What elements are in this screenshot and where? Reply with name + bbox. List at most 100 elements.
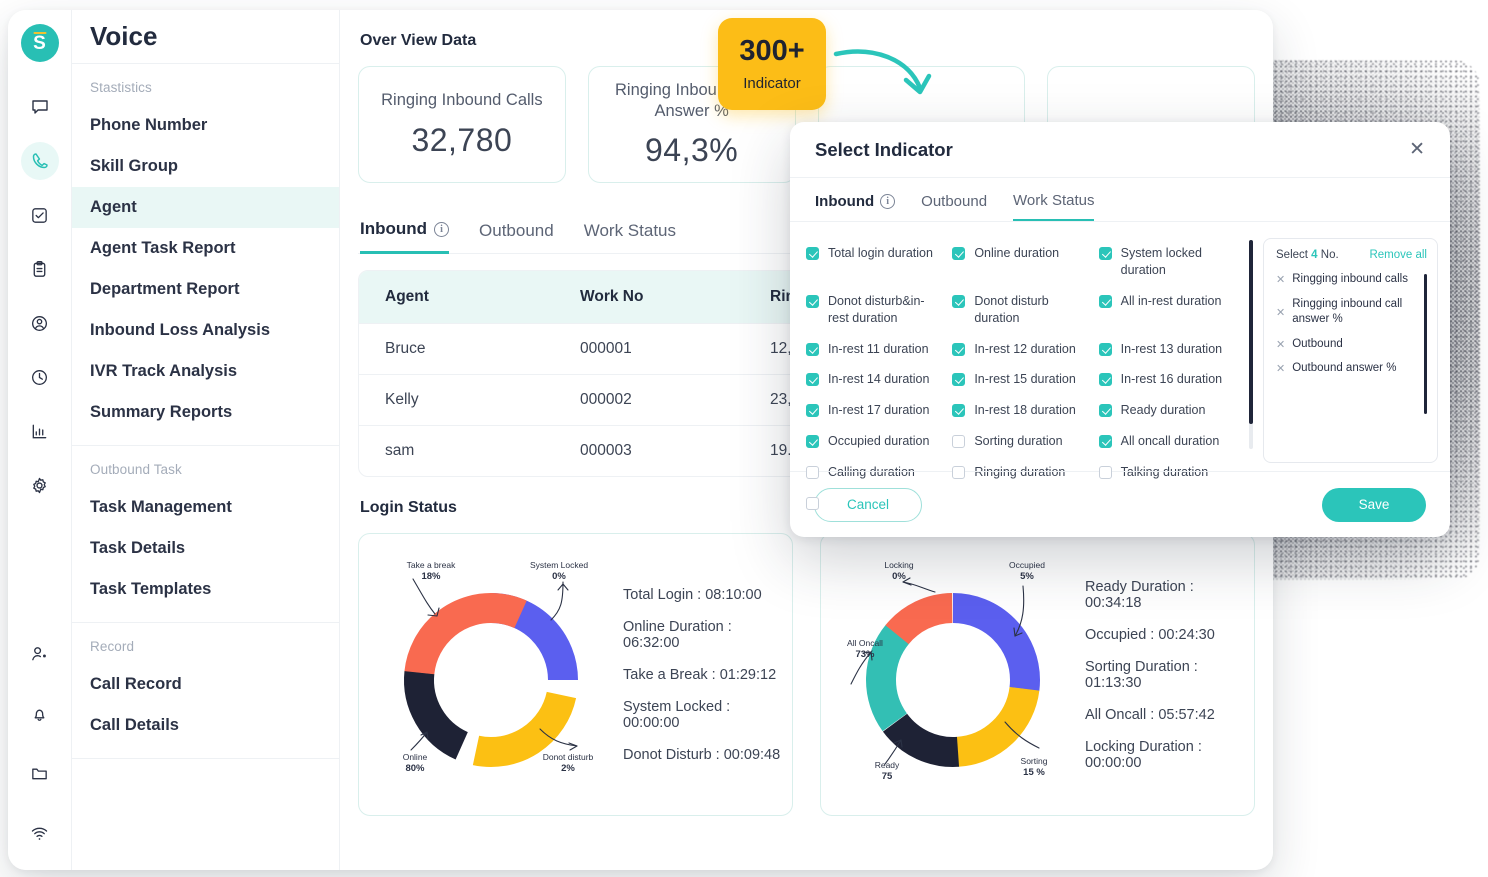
indicator-checkbox-item[interactable]: In-rest 13 duration bbox=[1097, 334, 1239, 365]
sidebar-nav: Voice Stastistics Phone Number Skill Gro… bbox=[72, 10, 340, 870]
bell-icon[interactable] bbox=[21, 694, 59, 732]
table-column-header-agent[interactable]: Agent bbox=[359, 271, 554, 323]
sidebar-item-agent-task-report[interactable]: Agent Task Report bbox=[72, 228, 339, 269]
wifi-icon[interactable] bbox=[21, 814, 59, 852]
selected-item[interactable]: ✕ Ringging inbound call answer % bbox=[1276, 297, 1421, 328]
user-add-icon[interactable] bbox=[21, 634, 59, 672]
checkbox-task-icon[interactable] bbox=[21, 196, 59, 234]
checkbox-icon[interactable] bbox=[806, 496, 819, 510]
checkbox-grid-scrollbar[interactable] bbox=[1249, 240, 1253, 449]
checkbox-icon[interactable] bbox=[952, 435, 966, 449]
folder-icon[interactable] bbox=[21, 754, 59, 792]
checkbox-icon[interactable] bbox=[806, 404, 819, 418]
checkbox-icon[interactable] bbox=[806, 294, 819, 308]
indicator-checkbox-item[interactable]: Donot disturb&in- rest duration bbox=[804, 286, 946, 334]
dialog-tab-inbound[interactable]: Inbound i bbox=[815, 192, 896, 221]
tab-outbound[interactable]: Outbound bbox=[479, 221, 554, 253]
sidebar-item-summary-reports[interactable]: Summary Reports bbox=[72, 392, 339, 433]
indicator-checkbox-item[interactable]: All in-rest duration bbox=[1097, 286, 1239, 334]
indicator-checkbox-item[interactable]: In-rest 14 duration bbox=[804, 364, 946, 395]
checkbox-icon[interactable] bbox=[806, 466, 819, 479]
work-status-chart-card: Locking 0% Occupied 5% Sorting 15 % Ready 75 bbox=[820, 533, 1255, 816]
gear-icon[interactable] bbox=[21, 466, 59, 504]
tab-inbound[interactable]: Inbound i bbox=[360, 219, 450, 254]
indicator-checkbox-item[interactable]: Donot disturb duration bbox=[950, 286, 1092, 334]
sidebar-item-task-templates[interactable]: Task Templates bbox=[72, 569, 339, 610]
dialog-tab-outbound[interactable]: Outbound bbox=[921, 192, 987, 221]
checkbox-icon[interactable] bbox=[1098, 435, 1112, 449]
info-icon[interactable]: i bbox=[434, 221, 450, 237]
checkbox-icon[interactable] bbox=[1098, 294, 1112, 308]
dialog-tab-work-status[interactable]: Work Status bbox=[1013, 192, 1095, 221]
scrollbar-thumb[interactable] bbox=[1249, 240, 1253, 424]
stat-online-duration: Online Duration : 06:32:00 bbox=[623, 618, 732, 651]
selected-list-scrollbar[interactable] bbox=[1424, 274, 1427, 415]
checkbox-icon[interactable] bbox=[806, 373, 819, 387]
checkbox-icon[interactable] bbox=[806, 435, 819, 449]
checkbox-icon[interactable] bbox=[806, 247, 819, 260]
info-icon[interactable]: i bbox=[880, 194, 896, 209]
indicator-checkbox-item[interactable]: System locked duration bbox=[1097, 238, 1239, 286]
checkbox-label: Donot disturb duration bbox=[974, 293, 1049, 325]
indicator-checkbox-item[interactable]: In-rest 18 duration bbox=[950, 395, 1092, 426]
remove-icon[interactable]: ✕ bbox=[1276, 306, 1285, 319]
clock-icon[interactable] bbox=[21, 358, 59, 396]
remove-all-button[interactable]: Remove all bbox=[1369, 249, 1427, 261]
indicator-checkbox-item[interactable]: Occupied duration bbox=[804, 426, 946, 457]
checkbox-icon[interactable] bbox=[952, 342, 966, 356]
save-button[interactable]: Save bbox=[1322, 487, 1426, 522]
checkbox-icon[interactable] bbox=[952, 466, 966, 479]
remove-icon[interactable]: ✕ bbox=[1276, 273, 1285, 286]
indicator-checkbox-item[interactable]: Online duration bbox=[950, 238, 1092, 286]
sidebar-item-task-management[interactable]: Task Management bbox=[72, 487, 339, 528]
indicator-checkbox-item[interactable]: Sorting duration bbox=[950, 426, 1092, 457]
checkbox-icon[interactable] bbox=[1098, 466, 1112, 479]
sidebar-item-task-details[interactable]: Task Details bbox=[72, 528, 339, 569]
user-circle-icon[interactable] bbox=[21, 304, 59, 342]
sidebar-item-agent[interactable]: Agent bbox=[72, 187, 339, 228]
tab-work-status[interactable]: Work Status bbox=[584, 221, 676, 253]
clipboard-icon[interactable] bbox=[21, 250, 59, 288]
sidebar-item-call-record[interactable]: Call Record bbox=[72, 664, 339, 705]
checkbox-icon[interactable] bbox=[1098, 247, 1112, 260]
checkbox-icon[interactable] bbox=[952, 373, 966, 387]
indicator-checkbox-item[interactable]: In-rest 17 duration bbox=[804, 395, 946, 426]
indicator-checkbox-item[interactable]: In-rest 15 duration bbox=[950, 364, 1092, 395]
sidebar-item-ivr-track-analysis[interactable]: IVR Track Analysis bbox=[72, 351, 339, 392]
kpi-card-ringing-inbound-calls[interactable]: Ringing Inbound Calls 32,780 bbox=[358, 66, 566, 183]
remove-icon[interactable]: ✕ bbox=[1276, 338, 1285, 351]
selected-item[interactable]: ✕ Outbound bbox=[1276, 337, 1421, 353]
checkbox-label: In-rest 13 duration bbox=[1120, 341, 1223, 356]
checkbox-icon[interactable] bbox=[952, 404, 966, 418]
sidebar-item-inbound-loss-analysis[interactable]: Inbound Loss Analysis bbox=[72, 310, 339, 351]
indicator-checkbox-item[interactable]: All oncall duration bbox=[1097, 426, 1239, 457]
sidebar-item-skill-group[interactable]: Skill Group bbox=[72, 146, 339, 187]
chat-icon[interactable] bbox=[21, 88, 59, 126]
sidebar-item-department-report[interactable]: Department Report bbox=[72, 269, 339, 310]
selected-item[interactable]: ✕ Ringging inbound calls bbox=[1276, 272, 1421, 288]
checkbox-icon[interactable] bbox=[806, 342, 819, 356]
checkbox-icon[interactable] bbox=[1098, 342, 1112, 356]
indicator-checkbox-item[interactable]: In-rest 11 duration bbox=[804, 334, 946, 365]
brand-logo[interactable]: S bbox=[20, 24, 59, 62]
stat-sorting-duration: Sorting Duration : 01:13:30 bbox=[1085, 658, 1198, 691]
cancel-button[interactable]: Cancel bbox=[814, 487, 922, 522]
close-icon[interactable]: ✕ bbox=[1409, 140, 1425, 159]
checkbox-label: In-rest 17 duration bbox=[828, 403, 930, 418]
table-column-header-work-no[interactable]: Work No bbox=[554, 271, 744, 323]
sidebar-item-phone-number[interactable]: Phone Number bbox=[72, 105, 339, 146]
indicator-checkbox-item[interactable]: In-rest 16 duration bbox=[1097, 364, 1239, 395]
kpi-value: 94,3% bbox=[645, 132, 739, 169]
checkbox-icon[interactable] bbox=[952, 294, 966, 308]
checkbox-icon[interactable] bbox=[1098, 373, 1112, 387]
remove-icon[interactable]: ✕ bbox=[1276, 362, 1285, 375]
checkbox-icon[interactable] bbox=[1098, 404, 1112, 418]
bar-chart-icon[interactable] bbox=[21, 412, 59, 450]
phone-icon[interactable] bbox=[20, 142, 59, 180]
indicator-checkbox-item[interactable]: Ready duration bbox=[1097, 395, 1239, 426]
indicator-checkbox-item[interactable]: Total login duration bbox=[804, 238, 946, 286]
selected-item[interactable]: ✕ Outbound answer % bbox=[1276, 361, 1421, 377]
checkbox-icon[interactable] bbox=[952, 247, 966, 260]
sidebar-item-call-details[interactable]: Call Details bbox=[72, 705, 339, 746]
indicator-checkbox-item[interactable]: In-rest 12 duration bbox=[950, 334, 1092, 365]
